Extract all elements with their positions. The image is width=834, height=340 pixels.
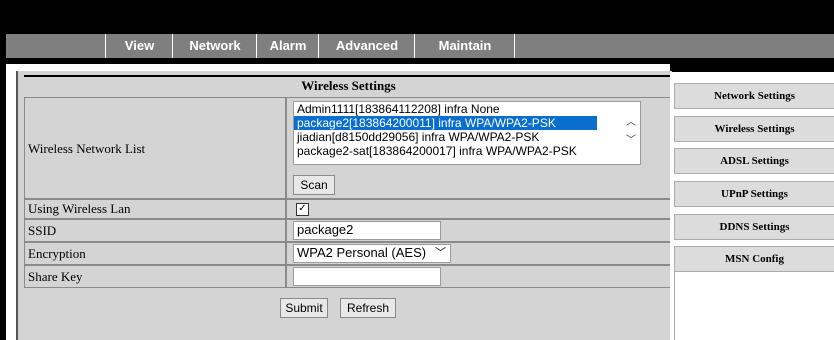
sidebar-item-ddns-settings[interactable]: DDNS Settings [674, 214, 834, 240]
sidebar-item-wireless-settings[interactable]: Wireless Settings [674, 116, 834, 142]
encryption-selected-value: WPA2 Personal (AES) [297, 245, 427, 260]
network-list-cell: Admin1111[183864112208] infra None packa… [286, 97, 673, 199]
network-option[interactable]: jiadian[d8150dd29056] infra WPA/WPA2-PSK [294, 130, 640, 144]
share-key-input[interactable] [293, 267, 441, 286]
top-header-bar [0, 0, 834, 34]
wireless-settings-panel: Wireless Settings Wireless Network List … [16, 71, 673, 340]
using-wlan-label: Using Wireless Lan [28, 201, 131, 216]
encryption-row: Encryption WPA2 Personal (AES) ﹀ [24, 242, 673, 265]
nav-divider [514, 34, 515, 58]
settings-sidebar: Network Settings Wireless Settings ADSL … [670, 72, 834, 340]
share-key-row: Share Key [24, 265, 673, 288]
using-wlan-value-cell: ✓ [286, 199, 673, 219]
refresh-button[interactable]: Refresh [340, 298, 396, 318]
network-list-row: Wireless Network List Admin1111[18386411… [24, 97, 673, 199]
ssid-row: SSID package2 [24, 219, 673, 242]
using-wlan-row: Using Wireless Lan ✓ [24, 199, 673, 219]
scroll-up-icon[interactable]: ︿ [626, 116, 636, 130]
main-nav-bar: View Network Alarm Advanced Maintain [6, 34, 834, 58]
using-wlan-checkbox[interactable]: ✓ [296, 203, 309, 216]
encryption-select[interactable]: WPA2 Personal (AES) ﹀ [293, 244, 451, 263]
sidebar-item-upnp-settings[interactable]: UPnP Settings [674, 181, 834, 207]
share-key-label: Share Key [28, 269, 83, 284]
network-list-label: Wireless Network List [28, 141, 146, 156]
scan-button[interactable]: Scan [293, 175, 335, 195]
ssid-value-cell: package2 [286, 219, 673, 242]
ssid-label-cell: SSID [24, 219, 286, 242]
nav-alarm[interactable]: Alarm [256, 34, 319, 58]
encryption-label: Encryption [28, 246, 86, 261]
sidebar-item-adsl-settings[interactable]: ADSL Settings [674, 148, 834, 174]
network-option[interactable]: Admin1111[183864112208] infra None [294, 102, 640, 116]
scroll-down-icon[interactable]: ﹀ [626, 134, 636, 148]
network-listbox[interactable]: Admin1111[183864112208] infra None packa… [293, 101, 641, 165]
network-option[interactable]: package2-sat[183864200017] infra WPA/WPA… [294, 144, 640, 158]
nav-maintain[interactable]: Maintain [414, 34, 515, 58]
share-key-value-cell [286, 265, 673, 288]
nav-network[interactable]: Network [172, 34, 257, 58]
nav-view[interactable]: View [105, 34, 173, 58]
ssid-label: SSID [28, 223, 57, 238]
sidebar-item-network-settings[interactable]: Network Settings [674, 83, 834, 109]
network-list-label-cell: Wireless Network List [24, 97, 286, 199]
content-area: Wireless Settings Wireless Network List … [6, 64, 673, 340]
nav-advanced[interactable]: Advanced [318, 34, 415, 58]
share-key-label-cell: Share Key [24, 265, 286, 288]
using-wlan-label-cell: Using Wireless Lan [24, 199, 286, 219]
network-option-selected[interactable]: package2[183864200011] infra WPA/WPA2-PS… [294, 116, 597, 130]
encryption-label-cell: Encryption [24, 242, 286, 265]
ssid-input[interactable]: package2 [293, 221, 441, 240]
chevron-down-icon: ﹀ [435, 247, 446, 259]
sidebar-frame [674, 266, 834, 340]
encryption-value-cell: WPA2 Personal (AES) ﹀ [286, 242, 673, 265]
submit-button[interactable]: Submit [280, 298, 328, 318]
panel-title: Wireless Settings [24, 75, 673, 99]
